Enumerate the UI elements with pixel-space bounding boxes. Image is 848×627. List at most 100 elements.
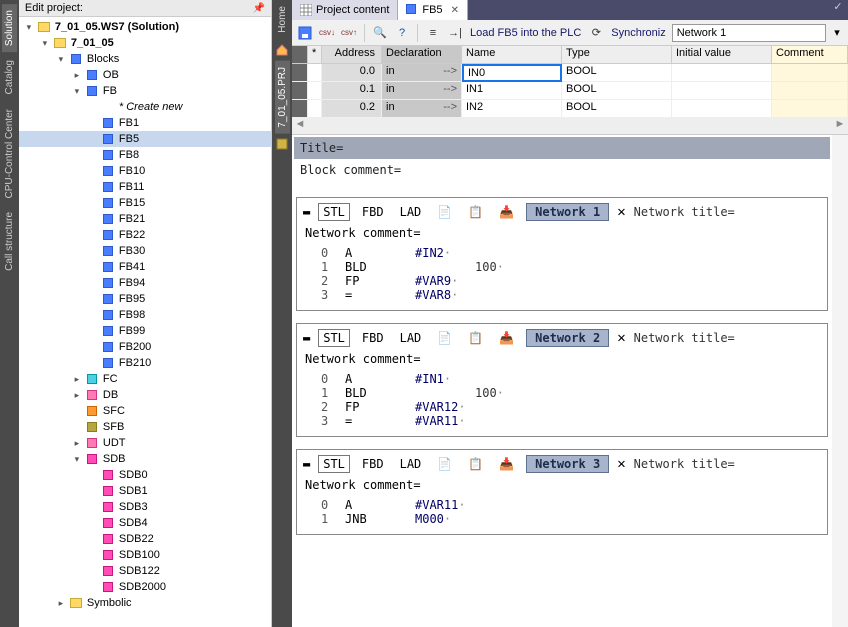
network-badge[interactable]: Network 1 — [526, 203, 609, 221]
stl-button[interactable]: STL — [318, 203, 350, 221]
tree-caret-icon[interactable]: ▸ — [71, 390, 83, 401]
vtab-solution[interactable]: Solution — [2, 4, 17, 52]
tree-caret-icon[interactable]: ▸ — [71, 438, 83, 449]
network-title[interactable]: Network title= — [634, 457, 735, 471]
delete-network-icon[interactable]: ✕ — [617, 456, 625, 472]
tree-row[interactable]: ·SDB2000 — [19, 579, 271, 595]
pin-icon[interactable]: 📌 — [253, 3, 265, 14]
fbd-button[interactable]: FBD — [358, 330, 388, 346]
tree-row[interactable]: ·FB8 — [19, 147, 271, 163]
code-vscroll[interactable] — [832, 135, 848, 627]
network-title[interactable]: Network title= — [634, 331, 735, 345]
tree-row[interactable]: ·FB210 — [19, 355, 271, 371]
stl-code[interactable]: 0A#IN2·1BLD100·2FP#VAR9·3=#VAR8· — [303, 244, 821, 306]
paste-icon[interactable]: 📥 — [495, 204, 518, 220]
block-comment[interactable]: Block comment= — [294, 161, 830, 189]
tree-row[interactable]: ▾Blocks — [19, 51, 271, 67]
tree-row[interactable]: ·FB99 — [19, 323, 271, 339]
csv-export-icon[interactable]: csv↑ — [340, 24, 358, 42]
load-plc-button[interactable]: Load FB5 into the PLC — [468, 27, 583, 39]
fbd-button[interactable]: FBD — [358, 456, 388, 472]
tree-caret-icon[interactable]: ▾ — [55, 54, 67, 65]
tree-row[interactable]: ·FB10 — [19, 163, 271, 179]
fbd-button[interactable]: FBD — [358, 204, 388, 220]
vtab-cpu[interactable]: CPU-Control Center — [2, 103, 17, 204]
vtab-callstruct[interactable]: Call structure — [2, 206, 17, 277]
tree-caret-icon[interactable]: ▾ — [71, 454, 83, 465]
tree-row[interactable]: ·FB15 — [19, 195, 271, 211]
tree-row[interactable]: ·SDB22 — [19, 531, 271, 547]
copy-icon[interactable]: 📋 — [464, 456, 487, 472]
help-icon[interactable]: ? — [393, 24, 411, 42]
lad-button[interactable]: LAD — [396, 456, 426, 472]
tree-row[interactable]: ·FB200 — [19, 339, 271, 355]
block-title[interactable]: Title= — [294, 137, 830, 159]
tree-row[interactable]: ▾7_01_05 — [19, 35, 271, 51]
network-comment[interactable]: Network comment= — [303, 474, 821, 496]
csv-import-icon[interactable]: csv↓ — [318, 24, 336, 42]
list-icon[interactable]: ≡ — [424, 24, 442, 42]
editor-vtab-home[interactable]: Home — [275, 0, 290, 39]
stl-code[interactable]: 0A#IN1·1BLD100·2FP#VAR12·3=#VAR11· — [303, 370, 821, 432]
tab-project-content[interactable]: Project content — [292, 0, 398, 20]
network-comment[interactable]: Network comment= — [303, 222, 821, 244]
variable-row[interactable]: 0.2in -->IN2BOOL — [292, 100, 848, 118]
tree-row[interactable]: ·FB94 — [19, 275, 271, 291]
paste-icon[interactable]: 📥 — [495, 456, 518, 472]
tree-row[interactable]: ·SDB4 — [19, 515, 271, 531]
tree-row[interactable]: ▸FC — [19, 371, 271, 387]
tree-row[interactable]: ·SDB100 — [19, 547, 271, 563]
lad-button[interactable]: LAD — [396, 330, 426, 346]
tab-overflow[interactable]: ✓ — [828, 0, 848, 20]
stl-button[interactable]: STL — [318, 329, 350, 347]
tree-row[interactable]: ▸UDT — [19, 435, 271, 451]
stl-button[interactable]: STL — [318, 455, 350, 473]
delete-network-icon[interactable]: ✕ — [617, 330, 625, 346]
tree-row[interactable]: ▾7_01_05.WS7 (Solution) — [19, 19, 271, 35]
tree-row[interactable]: ·* Create new — [19, 99, 271, 115]
editor-vtab-project[interactable]: 7_01_05.PRJ — [275, 61, 290, 134]
tree-caret-icon[interactable]: ▾ — [23, 22, 35, 33]
doc-icon[interactable]: 📄 — [433, 204, 456, 220]
tree-row[interactable]: ·SFC — [19, 403, 271, 419]
tree-row[interactable]: ·FB41 — [19, 259, 271, 275]
tree-row[interactable]: ·FB11 — [19, 179, 271, 195]
tree-row[interactable]: ▸OB — [19, 67, 271, 83]
vtab-catalog[interactable]: Catalog — [2, 54, 17, 100]
tree-row[interactable]: ·SFB — [19, 419, 271, 435]
tree-row[interactable]: ·FB30 — [19, 243, 271, 259]
tree-caret-icon[interactable]: ▾ — [39, 38, 51, 49]
tree-row[interactable]: ▸DB — [19, 387, 271, 403]
tree-row[interactable]: ·FB5 — [19, 131, 271, 147]
code-area[interactable]: Title= Block comment= ▬STLFBDLAD📄📋📥Netwo… — [292, 135, 832, 627]
tree-row[interactable]: ·FB21 — [19, 211, 271, 227]
paste-icon[interactable]: 📥 — [495, 330, 518, 346]
stl-code[interactable]: 0A#VAR11·1JNBM000· — [303, 496, 821, 530]
copy-icon[interactable]: 📋 — [464, 204, 487, 220]
variable-row[interactable]: 0.1in -->IN1BOOL — [292, 82, 848, 100]
tree-row[interactable]: ·SDB122 — [19, 563, 271, 579]
tree-row[interactable]: ·FB1 — [19, 115, 271, 131]
tree-caret-icon[interactable]: ▾ — [71, 86, 83, 97]
close-icon[interactable]: ✕ — [447, 5, 459, 16]
goto-icon[interactable]: →| — [446, 24, 464, 42]
network-badge[interactable]: Network 2 — [526, 329, 609, 347]
tree-row[interactable]: ▾FB — [19, 83, 271, 99]
tree-row[interactable]: ·FB22 — [19, 227, 271, 243]
doc-icon[interactable]: 📄 — [433, 330, 456, 346]
tab-fb5[interactable]: FB5 ✕ — [398, 0, 468, 20]
network-comment[interactable]: Network comment= — [303, 348, 821, 370]
network-title[interactable]: Network title= — [634, 205, 735, 219]
network-badge[interactable]: Network 3 — [526, 455, 609, 473]
find-icon[interactable]: 🔍 — [371, 24, 389, 42]
sync-icon[interactable]: ⟳ — [587, 24, 605, 42]
tree-row[interactable]: ·SDB3 — [19, 499, 271, 515]
tree-body[interactable]: ▾7_01_05.WS7 (Solution)▾7_01_05▾Blocks▸O… — [19, 17, 271, 627]
tree-caret-icon[interactable]: ▸ — [71, 374, 83, 385]
tree-row[interactable]: ·FB98 — [19, 307, 271, 323]
delete-network-icon[interactable]: ✕ — [617, 204, 625, 220]
tree-row[interactable]: ·SDB0 — [19, 467, 271, 483]
tree-caret-icon[interactable]: ▸ — [55, 598, 67, 609]
doc-icon[interactable]: 📄 — [433, 456, 456, 472]
save-icon[interactable] — [296, 24, 314, 42]
